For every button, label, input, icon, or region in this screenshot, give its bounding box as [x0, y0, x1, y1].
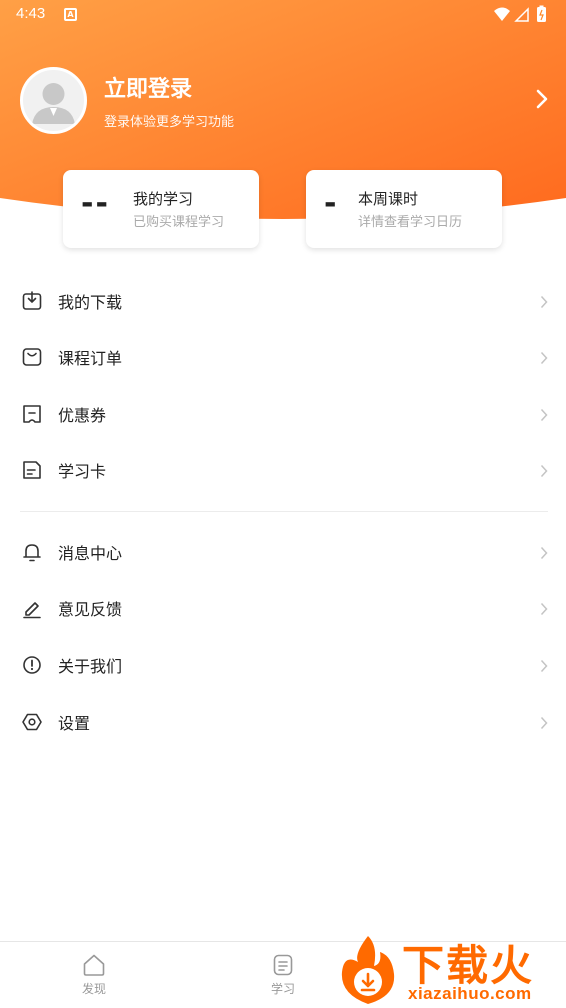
- status-icons: [492, 5, 552, 29]
- menu-label: 课程订单: [58, 349, 123, 368]
- wifi-icon: [494, 7, 510, 21]
- menu-item-about[interactable]: 关于我们: [0, 637, 566, 693]
- notes-icon: [273, 954, 293, 976]
- weekly-hours-subtitle: 详情查看学习日历: [358, 215, 463, 230]
- download-icon: [21, 290, 43, 312]
- nav-discover[interactable]: 发现: [64, 952, 124, 997]
- my-study-title: 我的学习: [133, 190, 194, 208]
- divider: [20, 511, 548, 512]
- default-avatar-icon: [32, 83, 75, 124]
- login-title[interactable]: 立即登录: [104, 71, 192, 103]
- menu-item-settings[interactable]: 设置: [0, 694, 566, 750]
- chevron-right-icon: [540, 658, 548, 677]
- weekly-hours-value: -: [324, 186, 339, 221]
- weekly-hours-card[interactable]: - 本周课时 详情查看学习日历: [306, 170, 502, 248]
- my-study-subtitle: 已购买课程学习: [133, 215, 225, 230]
- weekly-hours-title: 本周课时: [358, 190, 419, 208]
- menu-item-downloads[interactable]: 我的下载: [0, 273, 566, 329]
- nav-study[interactable]: 学习: [253, 952, 313, 997]
- avatar[interactable]: [20, 67, 87, 134]
- menu-label: 关于我们: [58, 657, 123, 676]
- my-study-card[interactable]: -- 我的学习 已购买课程学习: [63, 170, 259, 248]
- menu-item-messages[interactable]: 消息中心: [0, 524, 566, 580]
- a-badge-icon: A: [64, 8, 77, 21]
- login-subtitle: 登录体验更多学习功能: [104, 115, 235, 130]
- home-icon: [83, 954, 105, 976]
- flame-logo-icon: [341, 936, 395, 1004]
- shopping-bag-icon: [21, 346, 43, 368]
- signal-icon: [514, 7, 529, 22]
- chevron-right-icon: [540, 715, 548, 734]
- chevron-right-icon: [540, 294, 548, 313]
- chevron-right-icon: [540, 545, 548, 564]
- watermark-url: xiazaihuo.com: [408, 984, 532, 1003]
- menu-label: 设置: [58, 714, 91, 733]
- chevron-right-icon: [540, 350, 548, 369]
- my-study-value: --: [81, 186, 110, 221]
- menu-label: 优惠券: [58, 406, 107, 425]
- menu-item-study-card[interactable]: 学习卡: [0, 442, 566, 498]
- study-card-icon: [21, 459, 43, 481]
- menu-label: 我的下载: [58, 293, 123, 312]
- nav-label: 学习: [270, 982, 295, 996]
- menu-item-feedback[interactable]: 意见反馈: [0, 580, 566, 636]
- menu-item-orders[interactable]: 课程订单: [0, 329, 566, 385]
- edit-icon: [21, 597, 43, 619]
- status-time: 4:43: [16, 5, 46, 22]
- info-icon: [21, 654, 43, 676]
- status-bar: 4:43 A: [0, 0, 566, 30]
- chevron-right-icon[interactable]: [536, 88, 548, 114]
- chevron-right-icon: [540, 601, 548, 620]
- coupon-icon: [21, 403, 43, 425]
- battery-icon: [537, 5, 546, 22]
- menu-label: 意见反馈: [58, 600, 123, 619]
- chevron-right-icon: [540, 463, 548, 482]
- bell-icon: [21, 541, 43, 563]
- menu-label: 消息中心: [58, 544, 123, 563]
- watermark: 下载火 xiazaihuo.com: [334, 932, 566, 1008]
- settings-icon: [21, 711, 43, 733]
- chevron-right-icon: [540, 407, 548, 426]
- menu-label: 学习卡: [58, 462, 107, 481]
- menu-item-coupons[interactable]: 优惠券: [0, 386, 566, 442]
- nav-label: 发现: [81, 982, 106, 996]
